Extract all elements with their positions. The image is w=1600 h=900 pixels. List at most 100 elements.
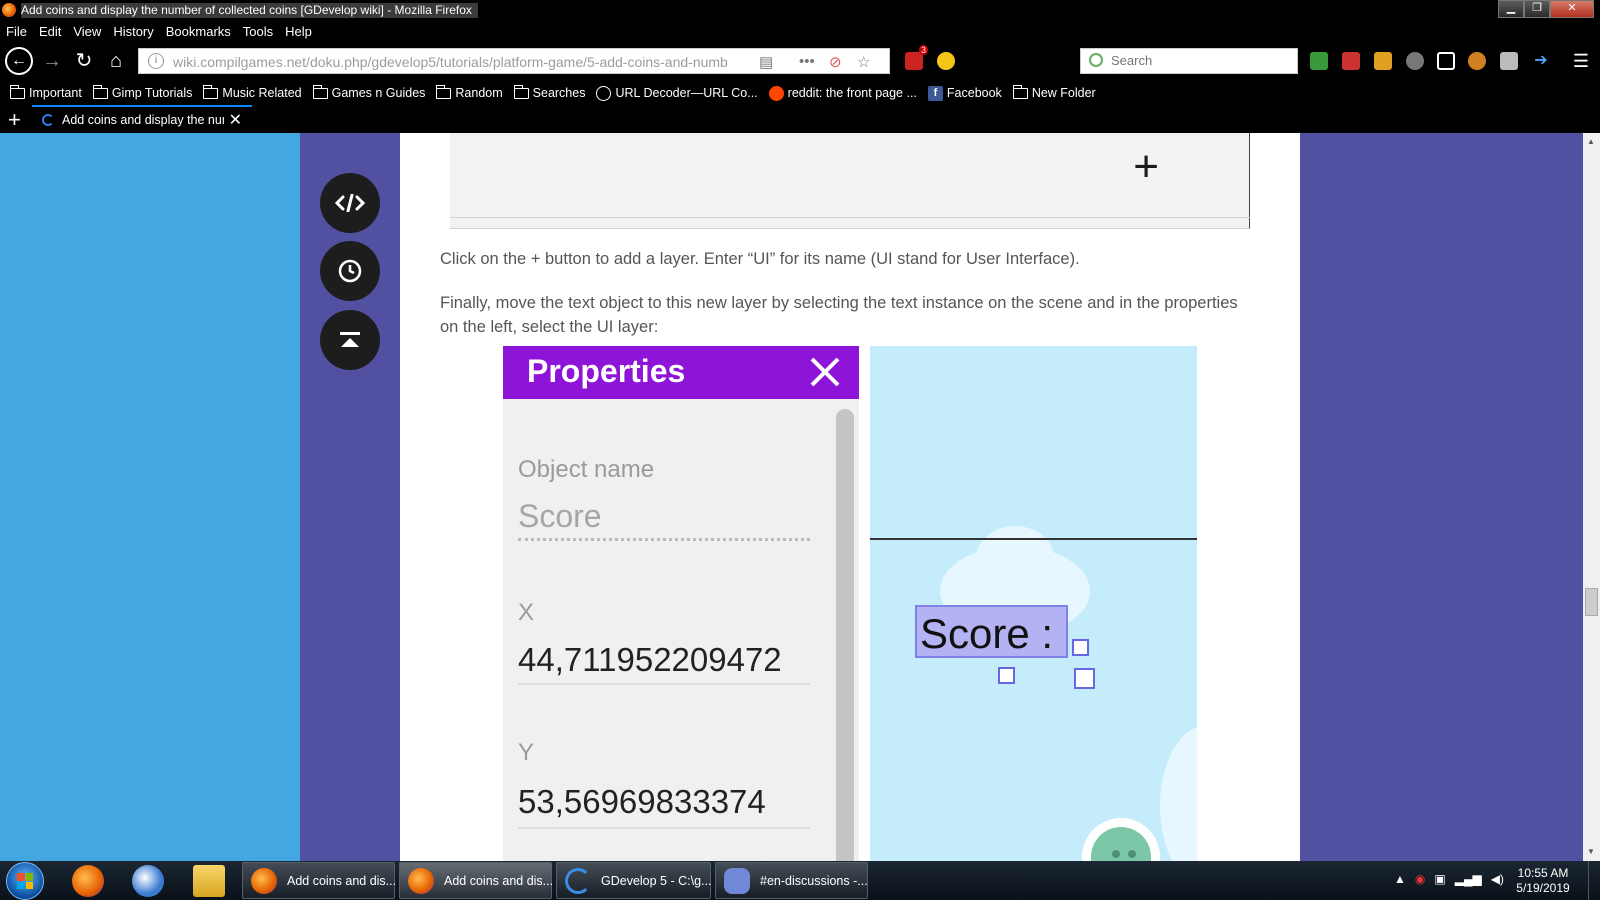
bookmark-url-decoder[interactable]: URL Decoder—URL Co... <box>596 85 758 101</box>
folder-icon <box>312 84 328 99</box>
bookmark-facebook[interactable]: f Facebook <box>927 85 1002 101</box>
gdevelop-icon <box>42 114 54 126</box>
folder-icon <box>10 84 25 99</box>
selected-text-instance: Score : <box>915 605 1068 658</box>
back-to-top-icon[interactable] <box>320 310 380 370</box>
right-gutter <box>1300 133 1583 861</box>
clock-date: 5/19/2019 <box>1516 881 1570 895</box>
scroll-down-icon[interactable]: ▼ <box>1587 847 1595 856</box>
object-name-value: Score <box>518 498 602 534</box>
taskbar-firefox-window-1[interactable]: Add coins and dis... <box>242 862 396 899</box>
search-box[interactable] <box>1080 48 1298 74</box>
tray-expand-icon[interactable]: ▲ <box>1394 872 1406 886</box>
addon-icon[interactable]: 3 <box>905 45 928 70</box>
tracking-icon[interactable]: ⊘ <box>829 53 842 71</box>
bookmark-gimp-tutorials[interactable]: Gimp Tutorials <box>92 84 192 100</box>
divider <box>450 217 1250 218</box>
emoji-extension-icon[interactable] <box>937 52 955 70</box>
tab-active[interactable]: Add coins and display the num ✕ <box>32 105 252 133</box>
home-button[interactable]: ⌂ <box>102 47 130 75</box>
screenshot-extension-icon[interactable] <box>1437 52 1455 70</box>
arrow-extension-icon[interactable]: ➔ <box>1532 52 1550 70</box>
close-icon[interactable]: ✕ <box>229 110 242 130</box>
pinwheel-extension-icon[interactable] <box>1374 52 1392 70</box>
page-scrollbar[interactable]: ▲ ▼ <box>1583 133 1600 861</box>
bookmark-star-icon[interactable]: ☆ <box>857 53 870 71</box>
properties-header: Properties <box>503 346 859 399</box>
character-eye <box>1112 850 1120 858</box>
search-icon <box>1089 53 1103 67</box>
cloud <box>975 526 1055 596</box>
bookmark-music-related[interactable]: Music Related <box>203 84 302 100</box>
close-window-button[interactable]: ✕ <box>1550 0 1594 18</box>
resize-handle <box>998 667 1015 684</box>
bookmark-searches[interactable]: Searches <box>513 84 585 100</box>
system-tray: ▲ ◉ ▣ ▂▄▆ ◀) <box>1394 872 1504 886</box>
bookmark-reddit[interactable]: reddit: the front page ... <box>768 85 917 101</box>
menu-tools[interactable]: Tools <box>237 22 279 41</box>
volume-icon[interactable]: ◀) <box>1491 872 1504 886</box>
menu-file[interactable]: File <box>0 22 33 41</box>
character-eye <box>1128 850 1136 858</box>
url-text[interactable]: wiki.compilgames.net/doku.php/gdevelop5/… <box>173 54 753 70</box>
restore-button[interactable]: ❐ <box>1524 0 1550 18</box>
camera-boundary-line <box>870 538 1197 540</box>
stack-extension-icon[interactable] <box>1500 52 1518 70</box>
firefox-icon <box>408 868 434 894</box>
power-icon[interactable]: ▣ <box>1434 872 1445 886</box>
clock-icon[interactable] <box>320 241 380 301</box>
addon-badge: 3 <box>918 45 928 55</box>
scene-editor-image: Score : <box>870 346 1197 861</box>
code-icon[interactable] <box>320 173 380 233</box>
menu-edit[interactable]: Edit <box>33 22 67 41</box>
taskbar-discord-window[interactable]: #en-discussions -... <box>715 862 868 899</box>
thunderbird-icon[interactable] <box>132 865 164 897</box>
instruction-paragraph-2: Finally, move the text object to this ne… <box>440 294 1238 336</box>
plus-icon[interactable]: + <box>8 107 21 133</box>
network-icon[interactable]: ▂▄▆ <box>1455 872 1482 886</box>
taskbar-gdevelop-window[interactable]: GDevelop 5 - C:\g... <box>556 862 711 899</box>
folder-icon <box>92 84 108 99</box>
bookmark-important[interactable]: Important <box>10 84 82 100</box>
reload-button[interactable]: ↻ <box>70 47 98 75</box>
tab-title: Add coins and display the num <box>62 113 224 127</box>
menu-history[interactable]: History <box>107 22 159 41</box>
close-icon <box>810 357 840 387</box>
forward-button[interactable]: → <box>38 47 66 75</box>
scrollbar-thumb[interactable] <box>1585 588 1598 616</box>
site-info-icon[interactable]: i <box>148 53 164 69</box>
url-bar[interactable]: i wiki.compilgames.net/doku.php/gdevelop… <box>138 48 890 74</box>
show-desktop-button[interactable] <box>1588 861 1600 900</box>
scroll-up-icon[interactable]: ▲ <box>1587 137 1595 146</box>
reader-view-icon[interactable]: ▤ <box>759 53 773 71</box>
firefox-icon <box>2 3 16 17</box>
file-explorer-icon[interactable] <box>193 865 225 897</box>
hamburger-menu-icon[interactable]: ☰ <box>1572 52 1590 70</box>
red-extension-icon[interactable] <box>1342 52 1360 70</box>
cloud <box>1160 726 1197 861</box>
properties-title: Properties <box>527 353 686 389</box>
gray-extension-icon[interactable] <box>1406 52 1424 70</box>
firefox-icon[interactable] <box>72 865 104 897</box>
bookmark-random[interactable]: Random <box>436 84 503 100</box>
download-extension-icon[interactable] <box>1310 52 1328 70</box>
menu-bookmarks[interactable]: Bookmarks <box>160 22 237 41</box>
minimize-button[interactable]: ▁ <box>1498 0 1524 18</box>
menu-help[interactable]: Help <box>279 22 318 41</box>
antivirus-icon[interactable]: ◉ <box>1415 872 1425 886</box>
menu-view[interactable]: View <box>67 22 107 41</box>
system-clock[interactable]: 10:55 AM 5/19/2019 <box>1508 866 1578 896</box>
y-underline <box>518 827 810 829</box>
bookmark-new-folder[interactable]: New Folder <box>1012 84 1096 100</box>
page-actions-icon[interactable]: ••• <box>799 53 815 70</box>
instruction-paragraph-1: Click on the + button to add a layer. En… <box>440 250 1080 268</box>
back-button[interactable]: ← <box>5 47 33 75</box>
bookmark-games-n-guides[interactable]: Games n Guides <box>312 84 425 100</box>
search-input[interactable] <box>1111 53 1291 68</box>
gdevelop-icon <box>565 868 591 894</box>
taskbar-firefox-window-2[interactable]: Add coins and dis... <box>399 862 553 899</box>
monkey-extension-icon[interactable] <box>1468 52 1486 70</box>
bookmarks-toolbar: Important Gimp Tutorials Music Related G… <box>0 81 1600 105</box>
start-button[interactable] <box>6 862 44 900</box>
y-label: Y <box>518 739 535 766</box>
